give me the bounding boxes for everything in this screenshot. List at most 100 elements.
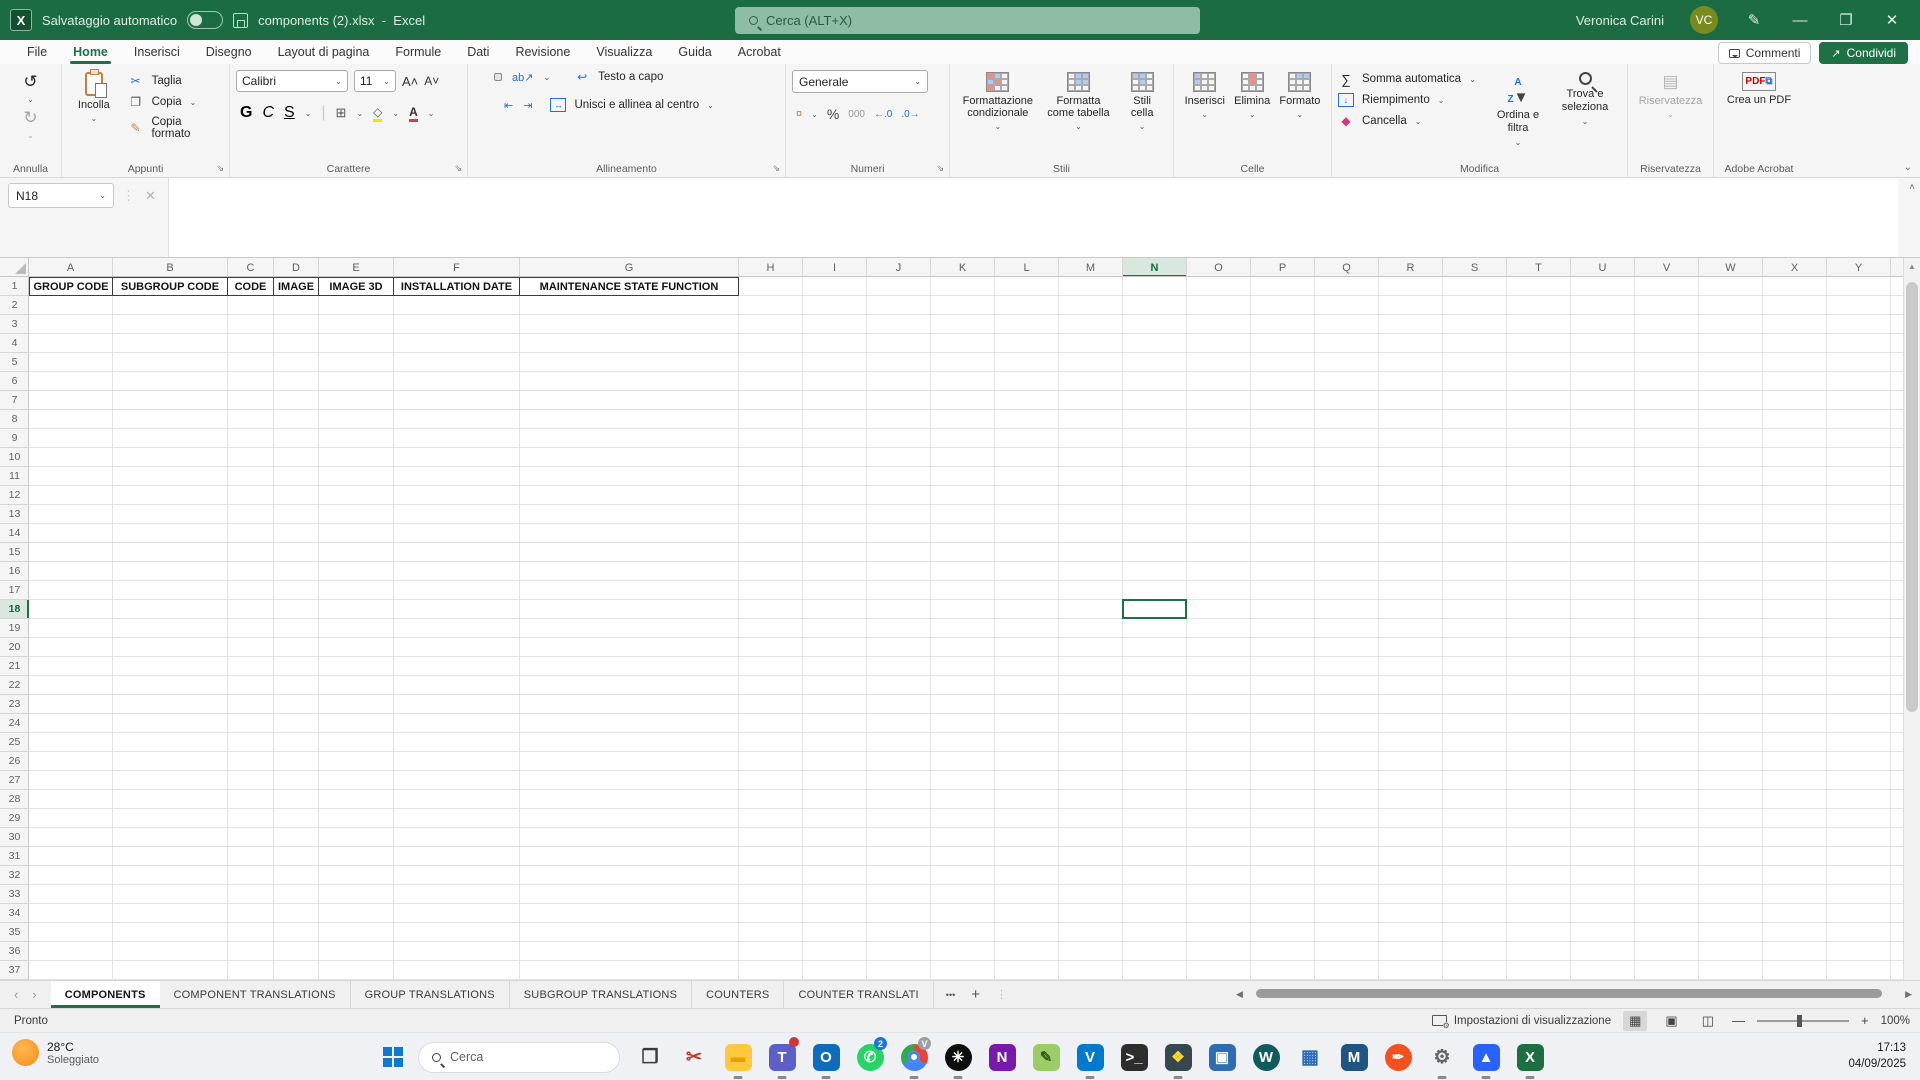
format-as-table-button[interactable]: Formatta come tabella ⌄	[1040, 70, 1116, 133]
pen-tool-icon[interactable]: ✒	[1376, 1033, 1420, 1080]
name-box[interactable]: N18 ⌄	[8, 183, 114, 208]
normal-view-icon[interactable]: ▦	[1623, 1010, 1648, 1031]
increase-indent-button[interactable]: ⇥	[523, 99, 532, 112]
align-bottom-button[interactable]	[494, 73, 502, 81]
tab-formule[interactable]: Formule	[382, 40, 454, 64]
column-header-C[interactable]: C	[228, 258, 274, 276]
column-header-S[interactable]: S	[1443, 258, 1507, 276]
cell-styles-button[interactable]: Stili cella ⌄	[1118, 70, 1166, 133]
collapse-formula-bar-icon[interactable]: ˄	[1909, 182, 1915, 193]
collapse-ribbon-icon[interactable]: ⌄	[1904, 162, 1912, 173]
virtualbox-icon[interactable]: ▣	[1200, 1033, 1244, 1080]
row-header-28[interactable]: 28	[0, 790, 29, 809]
cancel-entry-icon[interactable]: ✕	[145, 188, 156, 204]
row-header-1[interactable]: 1	[0, 277, 29, 296]
column-header-X[interactable]: X	[1763, 258, 1827, 276]
autosave-toggle[interactable]	[187, 11, 224, 29]
sheet-tab-subgroup-translations[interactable]: SUBGROUP TRANSLATIONS	[510, 981, 693, 1008]
underline-button[interactable]: S	[284, 104, 295, 122]
select-all-corner[interactable]	[0, 258, 29, 277]
excel-icon[interactable]: X	[1508, 1033, 1552, 1080]
column-header-N[interactable]: N	[1123, 258, 1187, 276]
close-button[interactable]: ✕	[1882, 11, 1902, 29]
zoom-level[interactable]: 100%	[1881, 1015, 1910, 1027]
column-header-P[interactable]: P	[1251, 258, 1315, 276]
borders-button[interactable]: ⊞	[336, 105, 347, 121]
column-header-Q[interactable]: Q	[1315, 258, 1379, 276]
vscode-icon[interactable]: V	[1068, 1033, 1112, 1080]
row-header-10[interactable]: 10	[0, 448, 29, 467]
scroll-right-icon[interactable]: ▶	[1905, 989, 1912, 1000]
weather-widget[interactable]: 28°C Soleggiato	[12, 1039, 99, 1066]
bold-button[interactable]: G	[240, 104, 252, 122]
row-header-6[interactable]: 6	[0, 372, 29, 391]
chrome-icon[interactable]: V	[892, 1033, 936, 1080]
column-header-I[interactable]: I	[803, 258, 867, 276]
header-cell-C1[interactable]: CODE	[227, 277, 274, 296]
column-header-B[interactable]: B	[113, 258, 228, 276]
row-header-12[interactable]: 12	[0, 486, 29, 505]
tab-revisione[interactable]: Revisione	[502, 40, 583, 64]
teams-icon[interactable]: T	[760, 1033, 804, 1080]
row-header-2[interactable]: 2	[0, 296, 29, 315]
row-header-29[interactable]: 29	[0, 809, 29, 828]
row-header-25[interactable]: 25	[0, 733, 29, 752]
row-header-21[interactable]: 21	[0, 657, 29, 676]
column-header-G[interactable]: G	[520, 258, 739, 276]
zoom-slider-thumb[interactable]	[1797, 1014, 1803, 1027]
taskbar-clock[interactable]: 17:13 04/09/2025	[1848, 1040, 1906, 1072]
column-header-E[interactable]: E	[319, 258, 394, 276]
tab-inserisci[interactable]: Inserisci	[121, 40, 193, 64]
column-header-U[interactable]: U	[1571, 258, 1635, 276]
decrease-decimal-button[interactable]: .0→	[901, 109, 919, 120]
column-header-V[interactable]: V	[1635, 258, 1699, 276]
row-header-5[interactable]: 5	[0, 353, 29, 372]
find-select-button[interactable]: Trova e seleziona ⌄	[1550, 70, 1620, 149]
row-headers[interactable]: 1 2 3 4 5 6 7 8 9 10 11 12 13 14 15 16 17 18 19 20 21 22 23 24 2…	[0, 277, 29, 980]
grow-font-button[interactable]: A˄	[402, 74, 418, 89]
maximize-button[interactable]: ❐	[1836, 11, 1856, 29]
row-header-36[interactable]: 36	[0, 942, 29, 961]
tab-visualizza[interactable]: Visualizza	[583, 40, 665, 64]
percent-button[interactable]: %	[827, 106, 839, 122]
paste-button[interactable]: Incolla ⌄	[68, 69, 120, 140]
row-header-16[interactable]: 16	[0, 562, 29, 581]
delete-cells-button[interactable]: Elimina ⌄	[1230, 70, 1274, 121]
font-color-button[interactable]: A	[409, 105, 418, 122]
sheet-tab-counters[interactable]: COUNTERS	[692, 981, 785, 1008]
dialog-launcher-icon[interactable]: ⇘	[936, 163, 944, 174]
increase-decimal-button[interactable]: ←.0	[874, 109, 892, 120]
tab-file[interactable]: File	[14, 40, 60, 64]
row-header-35[interactable]: 35	[0, 923, 29, 942]
grid-body[interactable]: GROUP CODE SUBGROUP CODE CODE IMAGE IMAGE 3D…	[29, 277, 1903, 980]
format-painter-button[interactable]: ✎ Copia formato	[128, 116, 223, 140]
wrap-text-button[interactable]: ↩ Testo a capo	[574, 70, 663, 84]
copy-button[interactable]: ❐ Copia ⌄	[128, 95, 223, 109]
clear-button[interactable]: ◆ Cancella ⌄	[1338, 114, 1486, 128]
search-input[interactable]: Cerca (ALT+X)	[735, 7, 1200, 34]
row-header-33[interactable]: 33	[0, 885, 29, 904]
pixel-chart-icon[interactable]: ▦	[1288, 1033, 1332, 1080]
column-header-T[interactable]: T	[1507, 258, 1571, 276]
sheet-tab-counter-translati[interactable]: COUNTER TRANSLATI	[784, 981, 934, 1008]
column-header-F[interactable]: F	[394, 258, 520, 276]
shrink-font-button[interactable]: A˅	[424, 74, 439, 88]
header-cell-D1[interactable]: IMAGE	[273, 277, 319, 296]
taskbar-search-input[interactable]: Cerca	[418, 1041, 620, 1073]
font-family-select[interactable]: Calibri ⌄	[236, 70, 348, 92]
row-header-13[interactable]: 13	[0, 505, 29, 524]
mysql-workbench-icon[interactable]: M	[1332, 1033, 1376, 1080]
row-header-11[interactable]: 11	[0, 467, 29, 486]
sheet-tab-group-translations[interactable]: GROUP TRANSLATIONS	[351, 981, 510, 1008]
row-header-27[interactable]: 27	[0, 771, 29, 790]
snipping-tool-icon[interactable]: ✂	[672, 1033, 716, 1080]
sensitivity-button[interactable]: ▤ Riservatezza ⌄	[1634, 70, 1707, 121]
row-header-19[interactable]: 19	[0, 619, 29, 638]
onenote-icon[interactable]: N	[980, 1033, 1024, 1080]
column-header-Y[interactable]: Y	[1827, 258, 1891, 276]
row-header-14[interactable]: 14	[0, 524, 29, 543]
row-header-3[interactable]: 3	[0, 315, 29, 334]
row-header-32[interactable]: 32	[0, 866, 29, 885]
row-header-17[interactable]: 17	[0, 581, 29, 600]
zoom-in-button[interactable]: +	[1861, 1013, 1869, 1028]
